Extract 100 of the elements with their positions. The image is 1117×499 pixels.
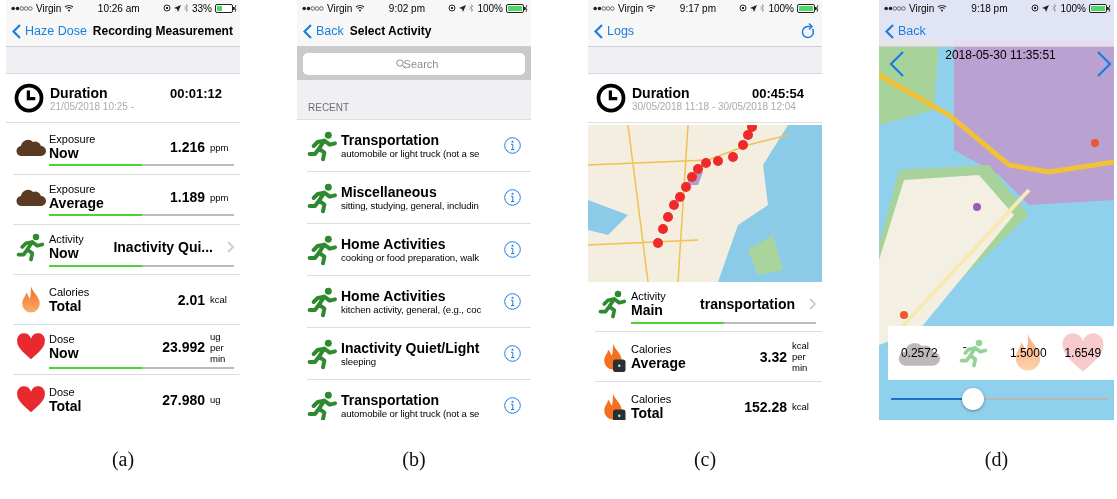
info-icon[interactable]	[504, 137, 521, 154]
heart-icon	[1060, 332, 1105, 374]
metric-label: Average	[49, 195, 105, 211]
info-icon[interactable]	[504, 397, 521, 414]
signal-icon	[884, 5, 906, 11]
time-range: 30/05/2018 11:18 - 30/05/2018 12:04	[632, 100, 797, 112]
activity-item[interactable]: Miscellaneous sitting, studying, general, includin	[307, 172, 531, 224]
back-button[interactable]: Logs	[594, 23, 635, 39]
location-arrow-icon	[459, 4, 467, 12]
activity-description: automobile or light truck (not a se	[341, 148, 481, 159]
activity-description: cooking or food preparation, walk	[341, 252, 481, 263]
runner-icon	[958, 338, 989, 368]
activity-description: sitting, studying, general, includin	[341, 200, 480, 211]
activity-item[interactable]: Inactivity Quiet/Light sleeping	[307, 328, 531, 380]
battery-icon	[215, 3, 237, 13]
unit-label: kcal per min	[792, 340, 810, 373]
metric-value: 23.992	[162, 339, 205, 355]
heart-icon	[16, 385, 46, 414]
metric-category: Dose	[49, 333, 76, 345]
back-chevron-icon	[12, 23, 21, 39]
runner-icon	[307, 337, 339, 370]
chevron-right-icon[interactable]	[227, 241, 234, 253]
info-icon[interactable]	[504, 189, 521, 206]
location-arrow-icon	[1042, 4, 1050, 12]
next-chevron-icon[interactable]	[1096, 50, 1112, 78]
figure-caption: (a)	[111, 448, 135, 471]
runner-icon	[307, 285, 339, 318]
search-field[interactable]: Search	[303, 52, 525, 75]
back-chevron-icon	[885, 23, 894, 39]
runner-icon	[307, 233, 339, 266]
figure-caption: (c)	[693, 448, 717, 471]
refresh-icon[interactable]	[800, 22, 816, 40]
activity-item[interactable]: Home Activities kitchen activity, general, (e.g., coc	[307, 276, 531, 328]
runner-icon	[16, 232, 46, 262]
battery-percentage: 100%	[1060, 2, 1086, 14]
carrier-name: Virgin	[36, 2, 62, 14]
status-time: 9:18 pm	[971, 2, 1008, 14]
status-time: 10:26 am	[97, 2, 140, 14]
timestamp: 2018-05-30 11:35:51	[945, 48, 1056, 62]
metric-label: Now	[49, 345, 80, 361]
runner-icon	[307, 129, 339, 162]
activity-item[interactable]: Transportation automobile or light truck (not a se	[307, 380, 531, 420]
metric-category: Exposure	[49, 133, 97, 145]
summary-value: 1.5000	[1009, 346, 1047, 360]
chevron-right-icon[interactable]	[809, 298, 816, 310]
runner-icon	[307, 389, 339, 420]
activity-title: Transportation	[341, 132, 440, 148]
activity-title: Inactivity Quiet/Light	[341, 340, 481, 356]
carrier-name: Virgin	[909, 2, 935, 14]
signal-icon	[593, 5, 615, 11]
metric-value: 1.216	[169, 139, 205, 155]
metric-label: Now	[49, 245, 80, 261]
bluetooth-icon	[1052, 4, 1058, 12]
rotation-lock-icon	[162, 4, 171, 12]
metric-label: Total	[49, 297, 83, 314]
carrier-name: Virgin	[618, 2, 644, 14]
carrier-name: Virgin	[327, 2, 353, 14]
info-icon[interactable]	[504, 345, 521, 362]
runner-icon	[307, 181, 339, 214]
unit-label: ppm	[210, 141, 230, 153]
metric-label: Main	[631, 302, 664, 318]
runner-icon	[598, 289, 628, 319]
metric-value: 27.980	[162, 391, 205, 408]
unit-label: ug	[210, 394, 222, 405]
rotation-lock-icon	[1031, 4, 1040, 12]
metric-category: Activity	[631, 290, 667, 302]
bluetooth-icon	[469, 4, 475, 12]
wifi-icon	[64, 4, 75, 12]
metric-value: 152.28	[744, 398, 787, 415]
duration-label: Duration	[50, 84, 108, 101]
battery-icon	[1089, 3, 1111, 13]
rotation-lock-icon	[448, 4, 457, 12]
metric-category: Calories	[631, 342, 673, 355]
back-chevron-icon	[303, 23, 312, 39]
metric-value: 3.32	[759, 348, 787, 365]
back-button[interactable]: Haze Dose	[12, 23, 87, 39]
figure-caption: (d)	[984, 448, 1009, 471]
metric-category: Calories	[49, 285, 91, 298]
signal-icon	[302, 5, 324, 11]
activity-description: kitchen activity, general, (e.g., coc	[341, 304, 483, 315]
previous-chevron-icon[interactable]	[889, 50, 905, 78]
metric-label: Now	[49, 145, 80, 161]
activity-item[interactable]: Home Activities cooking or food preparation, walk	[307, 224, 531, 276]
activity-item[interactable]: Transportation automobile or light truck (not a se	[307, 120, 531, 172]
time-slider[interactable]	[891, 388, 1108, 410]
metric-category: Exposure	[49, 183, 97, 195]
back-button[interactable]: Back	[303, 23, 344, 39]
metric-category: Activity	[49, 233, 85, 245]
status-time: 9:17 pm	[679, 2, 716, 14]
battery-percentage: 100%	[477, 2, 503, 14]
summary-value: -	[962, 340, 967, 354]
location-arrow-icon	[173, 4, 181, 12]
activity-title: Home Activities	[341, 288, 447, 304]
info-icon[interactable]	[504, 293, 521, 310]
summary-value: 1.6549	[1064, 346, 1102, 360]
bluetooth-icon	[183, 4, 189, 12]
location-arrow-icon	[750, 4, 758, 12]
info-icon[interactable]	[504, 241, 521, 258]
wifi-icon	[937, 4, 948, 12]
signal-icon	[11, 5, 33, 11]
